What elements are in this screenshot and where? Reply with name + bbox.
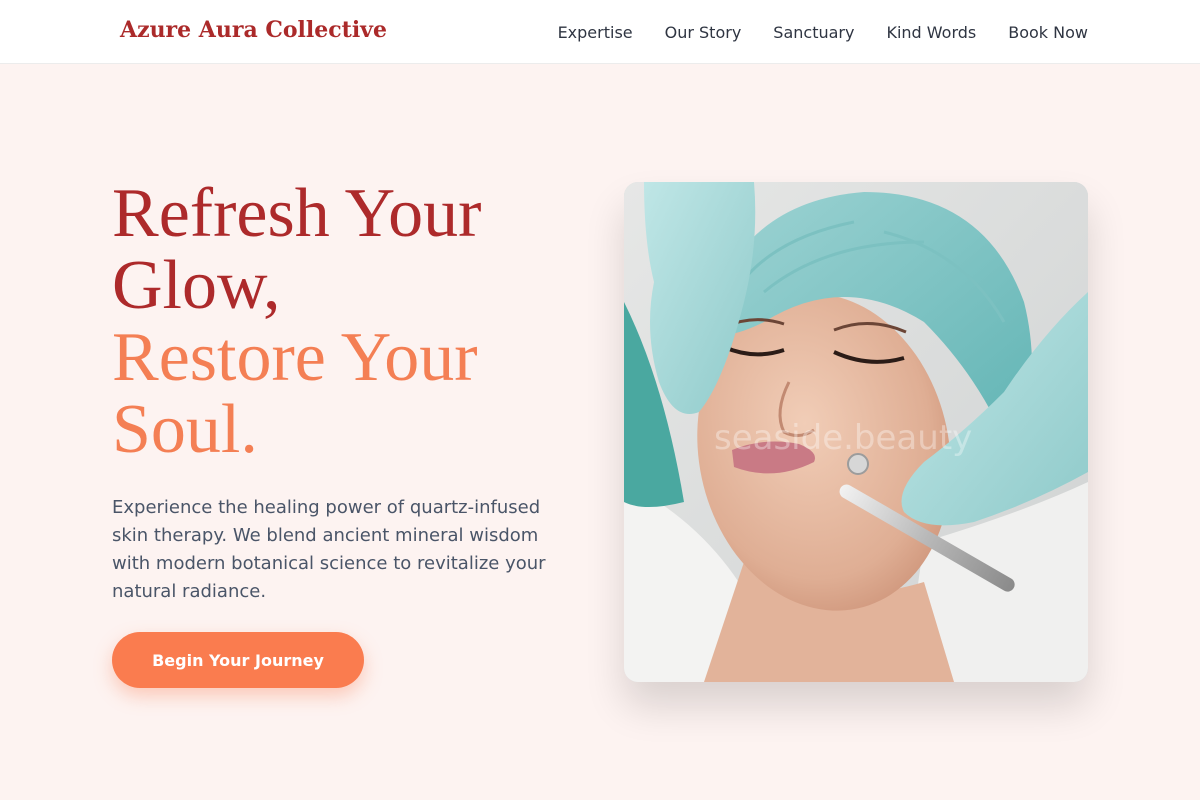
hero-text: Refresh Your Glow, Restore Your Soul. Ex… xyxy=(112,178,572,606)
headline-line-4: Soul. xyxy=(112,391,258,468)
begin-journey-button[interactable]: Begin Your Journey xyxy=(112,632,364,688)
nav-link-our-story[interactable]: Our Story xyxy=(665,23,742,42)
nav-links: Expertise Our Story Sanctuary Kind Words… xyxy=(526,0,1088,64)
headline-line-3: Restore Your xyxy=(112,319,478,396)
nav-link-expertise[interactable]: Expertise xyxy=(558,23,633,42)
hero-headline: Refresh Your Glow, Restore Your Soul. xyxy=(112,178,572,466)
headline-line-1: Refresh Your xyxy=(112,175,482,252)
nav-link-kind-words[interactable]: Kind Words xyxy=(886,23,976,42)
image-watermark: seaside.beauty xyxy=(714,418,973,458)
brand-logo[interactable]: Azure Aura Collective xyxy=(120,17,387,43)
top-nav: Azure Aura Collective Expertise Our Stor… xyxy=(0,0,1200,64)
headline-line-2: Glow, xyxy=(112,247,281,324)
hero-description: Experience the healing power of quartz-i… xyxy=(112,497,546,602)
nav-link-sanctuary[interactable]: Sanctuary xyxy=(773,23,854,42)
nav-link-book-now[interactable]: Book Now xyxy=(1008,23,1088,42)
hero-image: seaside.beauty xyxy=(624,182,1088,682)
